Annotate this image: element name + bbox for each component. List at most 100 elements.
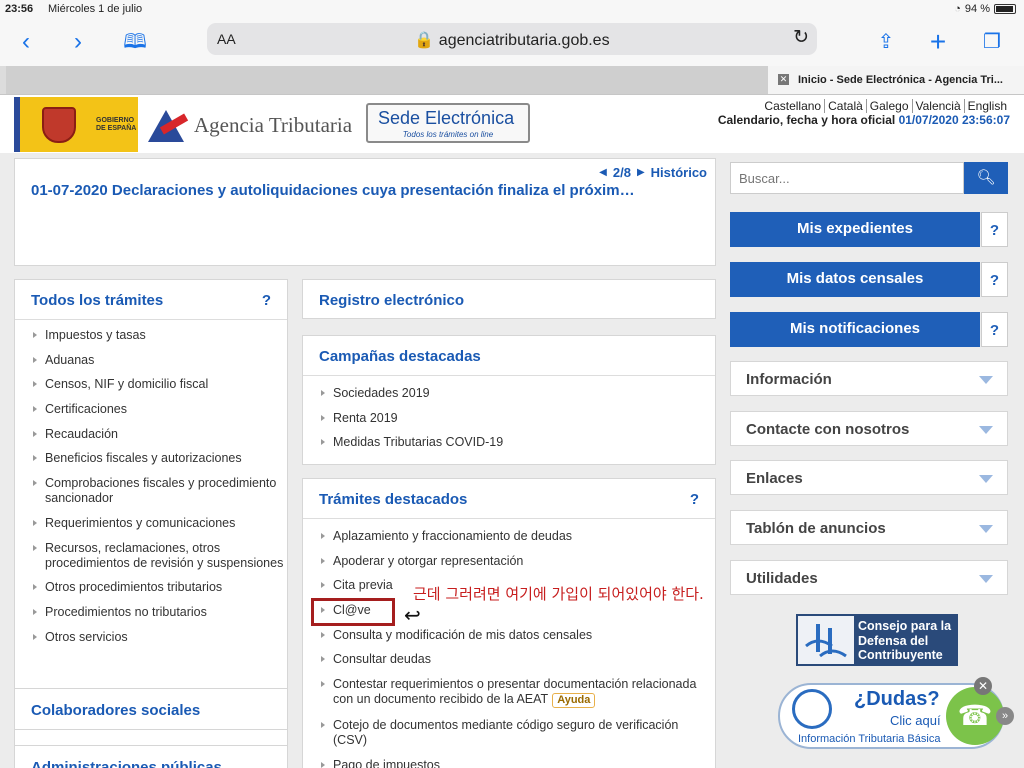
chevron-right-icon[interactable]: »	[996, 707, 1014, 725]
chevron-down-icon	[979, 575, 993, 583]
todos-tramites-header: Todos los trámites ?	[15, 280, 287, 320]
tab-active[interactable]: ✕ Inicio - Sede Electrónica - Agencia Tr…	[768, 66, 1024, 94]
accordion-enlaces[interactable]: Enlaces	[730, 460, 1008, 495]
list-item[interactable]: Procedimientos no tributarios	[33, 605, 287, 620]
annotation-highlight-box	[311, 598, 395, 626]
agencia-tributaria-logo[interactable]: Agencia Tributaria	[146, 103, 352, 147]
administraciones-title[interactable]: Administraciones públicas	[31, 759, 222, 768]
list-item[interactable]: Recursos, reclamaciones, otros procedimi…	[33, 541, 287, 571]
news-panel: ◀ 2/8 ▶ Histórico 01-07-2020 Declaracion…	[14, 158, 716, 266]
close-icon[interactable]: ✕	[974, 677, 992, 695]
list-item[interactable]: Consultar deudas	[321, 652, 715, 667]
lang-galego[interactable]: Galego	[865, 99, 912, 113]
back-icon[interactable]: ‹	[10, 26, 42, 58]
mis-notificaciones-help-icon[interactable]: ?	[981, 312, 1008, 347]
browser-toolbar: ‹ › 🕮 AA 🔒 agenciatributaria.gob.es ↻ ⇪ …	[0, 20, 1024, 66]
reload-icon[interactable]: ↻	[793, 26, 809, 49]
search-box: 🔍︎	[730, 162, 1008, 194]
gobierno-logo[interactable]: GOBIERNO DE ESPAÑA	[14, 97, 138, 152]
list-item[interactable]: Renta 2019	[321, 411, 715, 426]
historico-link[interactable]: Histórico	[651, 165, 707, 180]
battery-percent: 94 %	[964, 3, 990, 15]
list-item[interactable]: Contestar requerimientos o presentar doc…	[321, 677, 715, 709]
web-page: GOBIERNO DE ESPAÑA Agencia Tributaria Se…	[0, 95, 1024, 768]
sede-electronica-logo[interactable]: Sede Electrónica Todos los trámites on l…	[366, 103, 530, 143]
registro-title[interactable]: Registro electrónico	[319, 292, 464, 309]
list-item[interactable]: Censos, NIF y domicilio fiscal	[33, 377, 287, 392]
list-item[interactable]: Otros procedimientos tributarios	[33, 580, 287, 595]
list-item[interactable]: Certificaciones	[33, 402, 287, 417]
wifi-icon: ◔	[954, 3, 961, 15]
list-item[interactable]: Sociedades 2019	[321, 386, 715, 401]
share-icon[interactable]: ⇪	[870, 26, 902, 58]
ayuda-badge[interactable]: Ayuda	[552, 693, 596, 709]
mis-notificaciones-button[interactable]: Mis notificaciones	[730, 312, 980, 347]
chevron-down-icon	[979, 426, 993, 434]
tab-title: Inicio - Sede Electrónica - Agencia Tri.…	[798, 74, 1003, 86]
colaboradores-title[interactable]: Colaboradores sociales	[31, 702, 200, 719]
address-bar[interactable]: AA 🔒 agenciatributaria.gob.es ↻	[207, 23, 817, 55]
list-item[interactable]: Pago de impuestos	[321, 758, 715, 768]
sede-subtitle: Todos los trámites on line	[402, 130, 494, 139]
destacados-title[interactable]: Trámites destacados	[319, 491, 467, 508]
chevron-down-icon	[979, 376, 993, 384]
close-tab-icon[interactable]: ✕	[778, 74, 789, 85]
list-item[interactable]: Apoderar y otorgar representación	[321, 554, 715, 569]
accordion-contacte[interactable]: Contacte con nosotros	[730, 411, 1008, 446]
forward-icon[interactable]: ›	[62, 26, 94, 58]
destacados-help-icon[interactable]: ?	[690, 491, 699, 508]
list-item[interactable]: Impuestos y tasas	[33, 328, 287, 343]
accordion-label: Tablón de anuncios	[746, 520, 886, 537]
list-item[interactable]: Otros servicios	[33, 630, 287, 645]
lang-catala[interactable]: Català	[824, 99, 866, 113]
mis-expedientes-button[interactable]: Mis expedientes	[730, 212, 980, 247]
tab-inactive[interactable]	[6, 66, 768, 94]
todos-tramites-list: Impuestos y tasas Aduanas Censos, NIF y …	[15, 320, 287, 645]
site-header: GOBIERNO DE ESPAÑA Agencia Tributaria Se…	[0, 95, 1024, 153]
new-tab-icon[interactable]: +	[922, 26, 954, 58]
todos-tramites-help-icon[interactable]: ?	[262, 292, 271, 309]
todos-tramites-title[interactable]: Todos los trámites	[31, 292, 163, 309]
accordion-informacion[interactable]: Información	[730, 361, 1008, 396]
chevron-down-icon	[979, 525, 993, 533]
accordion-label: Enlaces	[746, 470, 803, 487]
list-item[interactable]: Beneficios fiscales y autorizaciones	[33, 451, 287, 466]
list-item[interactable]: Aplazamiento y fraccionamiento de deudas	[321, 529, 715, 544]
registro-panel: Registro electrónico	[302, 279, 716, 319]
tabs-icon[interactable]: ❐	[976, 26, 1008, 58]
mis-datos-censales-help-icon[interactable]: ?	[981, 262, 1008, 297]
list-item[interactable]: Medidas Tributarias COVID-19	[321, 435, 715, 450]
lang-valencia[interactable]: Valencià	[911, 99, 964, 113]
consejo-banner[interactable]: Consejo para la Defensa del Contribuyent…	[796, 614, 958, 666]
lang-english[interactable]: English	[963, 99, 1010, 113]
battery-icon	[994, 4, 1016, 14]
accordion-label: Contacte con nosotros	[746, 421, 910, 438]
coat-of-arms-icon	[42, 107, 76, 143]
lang-castellano[interactable]: Castellano	[761, 99, 824, 113]
agencia-logo-icon	[146, 106, 189, 144]
list-item[interactable]: Consulta y modificación de mis datos cen…	[321, 628, 715, 643]
search-input[interactable]	[730, 162, 964, 194]
accordion-utilidades[interactable]: Utilidades	[730, 560, 1008, 595]
mis-notificaciones-row: Mis notificaciones ?	[730, 312, 1008, 347]
dudas-footer: Información Tributaria Básica	[798, 733, 941, 745]
lock-icon: 🔒	[414, 32, 435, 49]
agencia-name: Agencia Tributaria	[194, 112, 353, 137]
news-page-count: 2/8	[612, 165, 631, 180]
news-headline[interactable]: 01-07-2020 Declaraciones y autoliquidaci…	[31, 182, 681, 199]
list-item[interactable]: Aduanas	[33, 353, 287, 368]
accordion-tablon[interactable]: Tablón de anuncios	[730, 510, 1008, 545]
list-item[interactable]: Requerimientos y comunicaciones	[33, 516, 287, 531]
official-value[interactable]: 01/07/2020 23:56:07	[899, 113, 1010, 127]
search-icon[interactable]: 🔍︎	[964, 162, 1008, 194]
campanas-title[interactable]: Campañas destacadas	[319, 348, 481, 365]
list-item[interactable]: Recaudación	[33, 427, 287, 442]
tab-bar: ✕ Inicio - Sede Electrónica - Agencia Tr…	[0, 66, 1024, 95]
list-item[interactable]: Cotejo de documentos mediante código seg…	[321, 718, 715, 748]
list-item[interactable]: Comprobaciones fiscales y procedimiento …	[33, 476, 287, 506]
next-news-icon[interactable]: ▶	[637, 167, 645, 178]
mis-datos-censales-button[interactable]: Mis datos censales	[730, 262, 980, 297]
prev-news-icon[interactable]: ◀	[599, 167, 607, 178]
mis-expedientes-help-icon[interactable]: ?	[981, 212, 1008, 247]
bookmarks-icon[interactable]: 🕮	[119, 26, 151, 58]
